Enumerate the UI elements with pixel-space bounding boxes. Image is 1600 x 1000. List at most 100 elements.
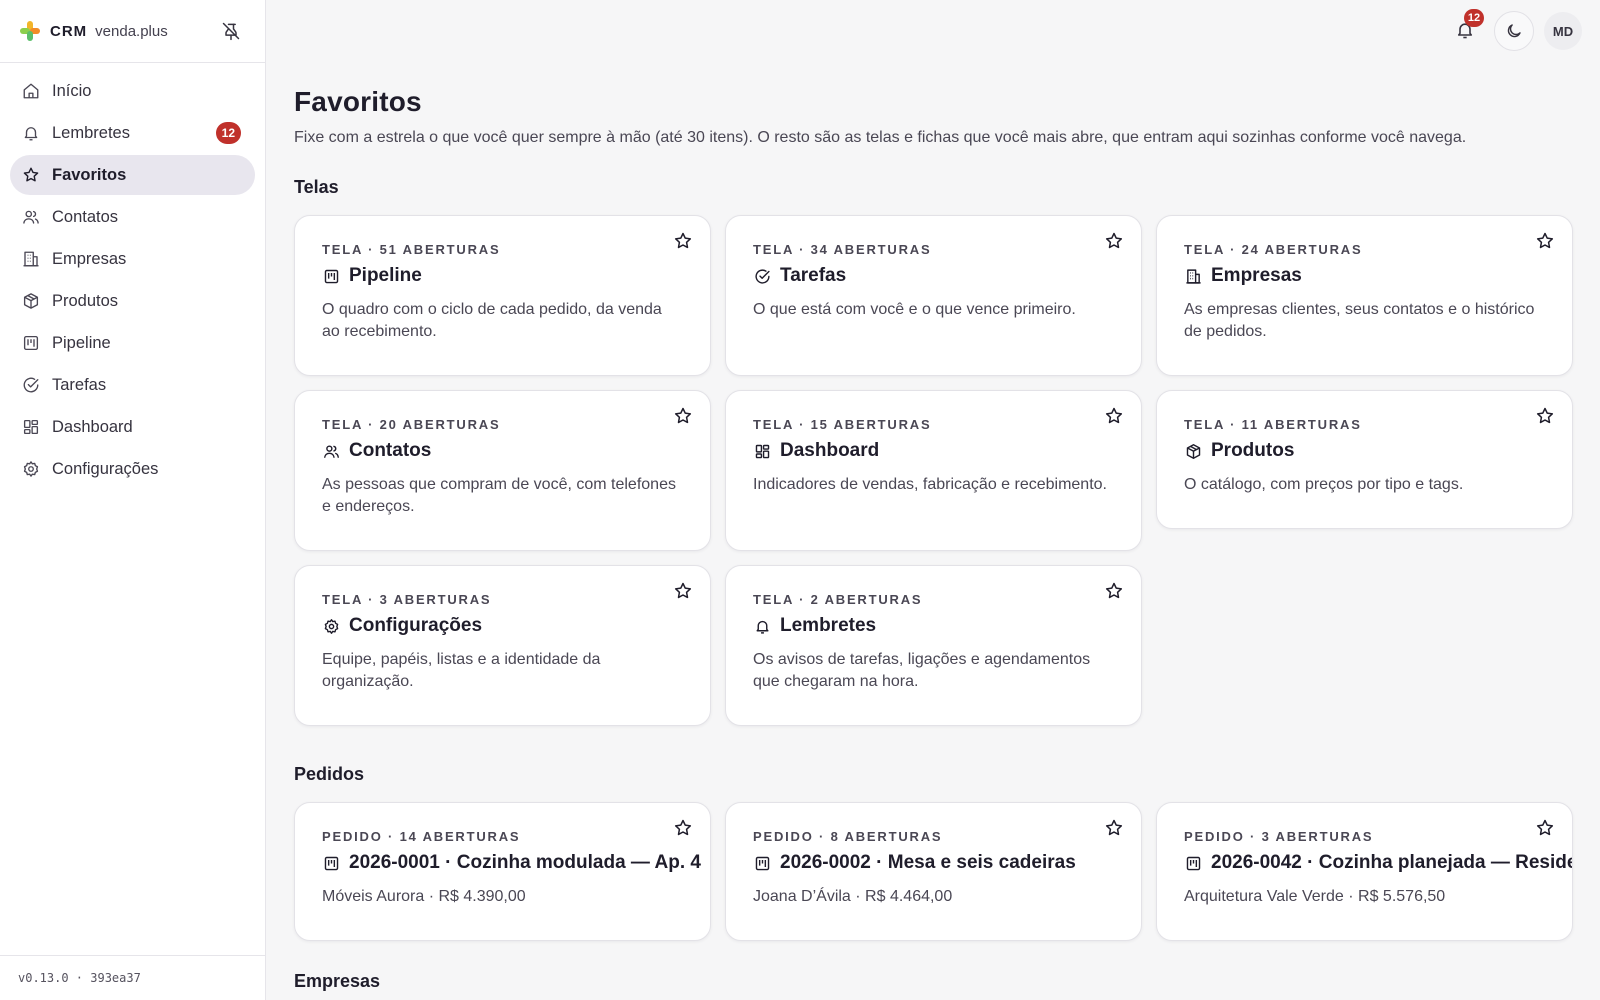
favorite-star-button[interactable] xyxy=(1103,405,1125,427)
sidebar-item-contatos[interactable]: Contatos xyxy=(10,197,255,237)
card-title: 2026-0002 · Mesa e seis cadeiras xyxy=(753,852,1115,874)
card-title-text: 2026-0042 · Cozinha planejada — Reside xyxy=(1211,852,1573,873)
card-title-text: Lembretes xyxy=(780,615,877,636)
card-title-text: Empresas xyxy=(1211,265,1302,286)
card-meta: TELA · 3 ABERTURAS xyxy=(322,592,492,607)
bell-icon xyxy=(22,124,40,142)
card-meta: TELA · 15 ABERTURAS xyxy=(753,417,932,432)
sidebar-item-label: Configurações xyxy=(52,459,159,478)
dashboard-icon xyxy=(753,442,771,460)
sidebar-item-label: Dashboard xyxy=(52,417,133,436)
card-title-text: Contatos xyxy=(349,440,432,461)
kanban-icon xyxy=(322,854,340,872)
card-description: Arquitetura Vale Verde · R$ 5.576,50 xyxy=(1184,888,1446,905)
page-title: Favoritos xyxy=(294,86,422,117)
notifications-button[interactable]: 12 xyxy=(1452,9,1484,43)
card-title: Pipeline xyxy=(322,265,684,287)
gear-icon xyxy=(322,617,340,635)
brand-logo-icon xyxy=(18,19,42,43)
package-icon xyxy=(22,292,40,310)
favorite-card-produtos[interactable]: TELA · 11 ABERTURAS Produtos O catálogo,… xyxy=(1156,390,1573,529)
favorite-card-empresas[interactable]: TELA · 24 ABERTURAS Empresas As empresas… xyxy=(1156,215,1573,376)
user-avatar[interactable]: MD xyxy=(1544,12,1582,50)
card-title-text: Produtos xyxy=(1211,440,1295,461)
favorite-card-configuracoes[interactable]: TELA · 3 ABERTURAS Configurações Equipe,… xyxy=(294,565,711,726)
card-meta: PEDIDO · 8 ABERTURAS xyxy=(753,829,943,844)
star-icon xyxy=(1536,407,1554,424)
app-version: v0.13.0 · 393ea37 xyxy=(0,955,266,1000)
card-meta: TELA · 24 ABERTURAS xyxy=(1184,242,1363,257)
favorite-card-tarefas[interactable]: TELA · 34 ABERTURAS Tarefas O que está c… xyxy=(725,215,1142,376)
favorite-card-pipeline[interactable]: TELA · 51 ABERTURAS Pipeline O quadro co… xyxy=(294,215,711,376)
sidebar-item-label: Início xyxy=(52,81,92,100)
section-title-telas: Telas xyxy=(294,177,339,197)
check-circle-icon xyxy=(22,376,40,394)
sidebar-item-produtos[interactable]: Produtos xyxy=(10,281,255,321)
card-description: Os avisos de tarefas, ligações e agendam… xyxy=(753,651,1091,690)
sidebar-item-pipeline[interactable]: Pipeline xyxy=(10,323,255,363)
star-icon xyxy=(1105,582,1123,599)
card-title: 2026-0042 · Cozinha planejada — Reside xyxy=(1184,852,1572,874)
card-title: Contatos xyxy=(322,440,684,462)
favorite-card-contatos[interactable]: TELA · 20 ABERTURAS Contatos As pessoas … xyxy=(294,390,711,551)
sidebar-item-empresas[interactable]: Empresas xyxy=(10,239,255,279)
users-icon xyxy=(322,442,340,460)
notifications-count-badge: 12 xyxy=(1464,9,1484,27)
favorite-card-pedido[interactable]: PEDIDO · 14 ABERTURAS 2026-0001 · Cozinh… xyxy=(294,802,711,941)
favorite-card-pedido[interactable]: PEDIDO · 3 ABERTURAS 2026-0042 · Cozinha… xyxy=(1156,802,1573,941)
theme-toggle-button[interactable] xyxy=(1494,11,1534,51)
favorite-star-button[interactable] xyxy=(1103,230,1125,252)
card-title-text: Tarefas xyxy=(780,265,847,286)
section-title-empresas: Empresas xyxy=(294,971,381,991)
card-title: Produtos xyxy=(1184,440,1546,462)
building-icon xyxy=(1184,267,1202,285)
telas-grid: TELA · 51 ABERTURAS Pipeline O quadro co… xyxy=(294,215,1574,726)
favorite-star-button[interactable] xyxy=(672,405,694,427)
check-circle-icon xyxy=(753,267,771,285)
sidebar-item-lembretes[interactable]: Lembretes 12 xyxy=(10,113,255,153)
favorite-star-button[interactable] xyxy=(672,580,694,602)
favorite-card-lembretes[interactable]: TELA · 2 ABERTURAS Lembretes Os avisos d… xyxy=(725,565,1142,726)
card-title: Configurações xyxy=(322,615,684,637)
bell-icon xyxy=(753,617,771,635)
brand-name: venda.plus xyxy=(95,22,168,40)
sidebar-item-tarefas[interactable]: Tarefas xyxy=(10,365,255,405)
sidebar-item-configuracoes[interactable]: Configurações xyxy=(10,449,255,489)
star-icon xyxy=(1105,819,1123,836)
star-icon xyxy=(1105,407,1123,424)
card-title-text: 2026-0002 · Mesa e seis cadeiras xyxy=(780,852,1076,873)
card-title: Tarefas xyxy=(753,265,1115,287)
star-icon xyxy=(674,582,692,599)
topbar: 12 MD xyxy=(266,0,1600,62)
pedidos-grid: PEDIDO · 14 ABERTURAS 2026-0001 · Cozinh… xyxy=(294,802,1574,941)
kanban-icon xyxy=(1184,854,1202,872)
star-icon xyxy=(22,166,40,184)
home-icon xyxy=(22,82,40,100)
favorite-star-button[interactable] xyxy=(1534,817,1556,839)
favorite-star-button[interactable] xyxy=(1103,817,1125,839)
sidebar-item-label: Empresas xyxy=(52,249,127,268)
sidebar-nav: Início Lembretes 12 Favoritos Contatos E… xyxy=(0,63,265,497)
favorite-card-dashboard[interactable]: TELA · 15 ABERTURAS Dashboard Indicadore… xyxy=(725,390,1142,551)
favorite-star-button[interactable] xyxy=(672,817,694,839)
card-description: Móveis Aurora · R$ 4.390,00 xyxy=(322,888,526,905)
favorite-star-button[interactable] xyxy=(1534,230,1556,252)
sidebar-item-label: Pipeline xyxy=(52,333,111,352)
card-meta: PEDIDO · 3 ABERTURAS xyxy=(1184,829,1374,844)
star-icon xyxy=(1105,232,1123,249)
sidebar-item-label: Tarefas xyxy=(52,375,107,394)
favorite-star-button[interactable] xyxy=(1534,405,1556,427)
unpin-sidebar-button[interactable] xyxy=(219,19,243,43)
card-description: O que está com você e o que vence primei… xyxy=(753,301,1076,318)
favorite-star-button[interactable] xyxy=(1103,580,1125,602)
moon-icon xyxy=(1507,24,1521,38)
favorite-star-button[interactable] xyxy=(672,230,694,252)
sidebar-item-dashboard[interactable]: Dashboard xyxy=(10,407,255,447)
sidebar: CRM venda.plus Início Lembretes 12 Favor… xyxy=(0,0,266,1000)
kanban-icon xyxy=(322,267,340,285)
sidebar-item-favoritos[interactable]: Favoritos xyxy=(10,155,255,195)
card-title: Dashboard xyxy=(753,440,1115,462)
favorite-card-pedido[interactable]: PEDIDO · 8 ABERTURAS 2026-0002 · Mesa e … xyxy=(725,802,1142,941)
sidebar-item-inicio[interactable]: Início xyxy=(10,71,255,111)
card-description: As pessoas que compram de você, com tele… xyxy=(322,476,676,515)
